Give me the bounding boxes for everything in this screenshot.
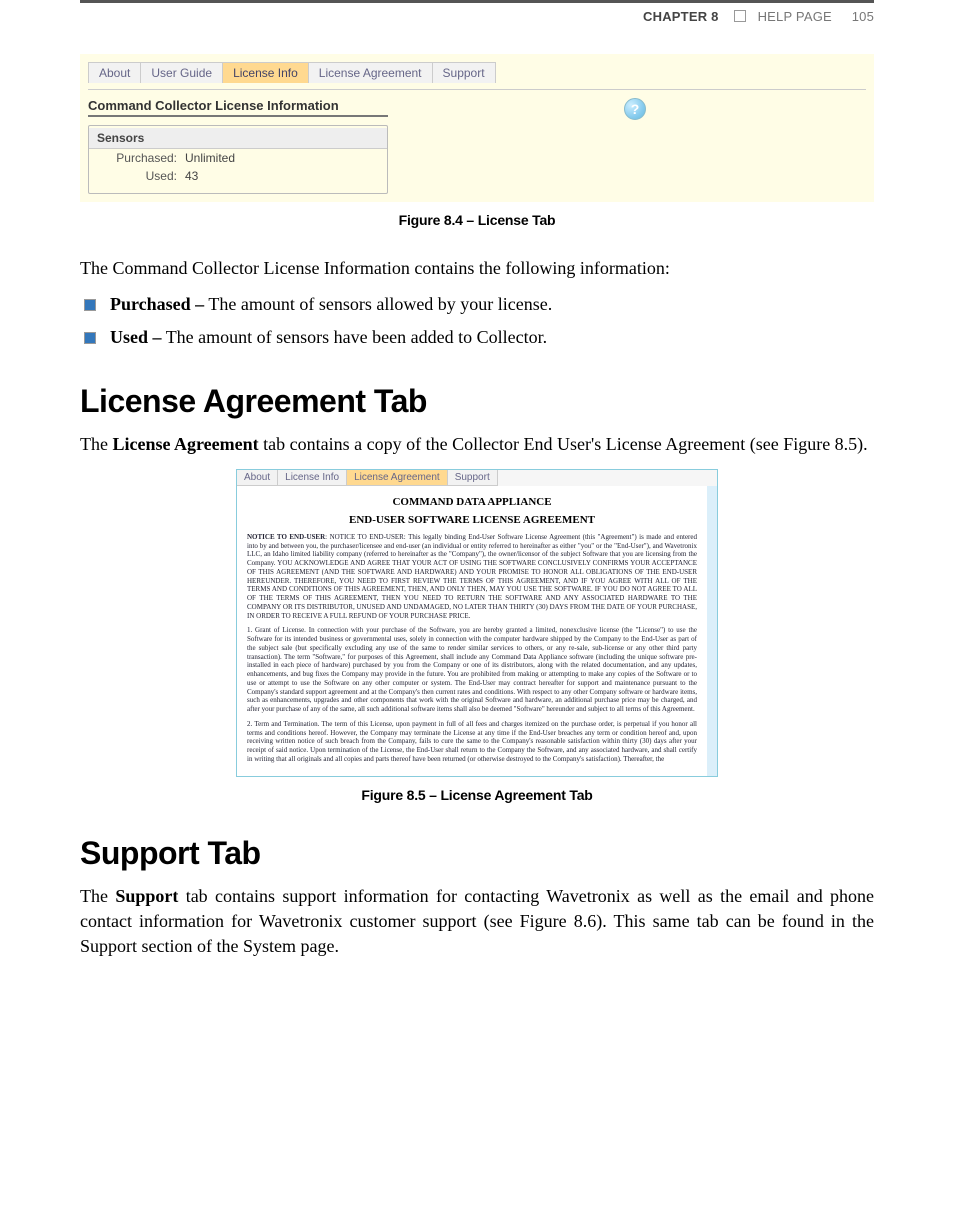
bullet-used: Used – The amount of sensors have been a… [80,324,874,351]
intro-paragraph: The Command Collector License Informatio… [80,256,874,281]
eula-p1: NOTICE TO END-USER: This legally binding… [247,533,697,620]
row-purchased: Purchased: Unlimited [89,149,387,167]
eula-p3: 2. Term and Termination. The term of thi… [247,720,697,764]
eula-title-1: COMMAND DATA APPLIANCE [247,496,697,509]
section-title: Command Collector License Information [88,98,866,113]
page-number: 105 [852,9,874,24]
bullet-list: Purchased – The amount of sensors allowe… [80,291,874,351]
panel-title: Sensors [89,128,387,149]
chapter-label: CHAPTER 8 [643,9,718,24]
tab-about[interactable]: About [88,62,140,83]
heading-license-agreement: License Agreement Tab [80,383,874,420]
eula-title-2: END-USER SOFTWARE LICENSE AGREEMENT [247,514,697,527]
tab2-support[interactable]: Support [448,470,498,486]
checkbox-icon [734,10,746,22]
license-strong: License Agreement [112,434,258,454]
bullet-purchased-text: The amount of sensors allowed by your li… [204,294,552,314]
tab-user-guide[interactable]: User Guide [140,62,222,83]
bullet-used-text: The amount of sensors have been added to… [162,327,548,347]
support-paragraph: The Support tab contains support informa… [80,884,874,960]
tab-support[interactable]: Support [432,62,496,83]
tab-license-agreement[interactable]: License Agreement [308,62,432,83]
figure-8-5: About License Info License Agreement Sup… [80,469,874,776]
tab-bar-2: About License Info License Agreement Sup… [237,470,717,486]
sensors-panel: Sensors Purchased: Unlimited Used: 43 [88,125,388,194]
support-strong: Support [115,886,178,906]
tab2-license-info[interactable]: License Info [278,470,347,486]
eula-p2: 1. Grant of License. In connection with … [247,626,697,714]
divider [88,115,388,117]
heading-support: Support Tab [80,835,874,872]
bullet-purchased-term: Purchased – [110,294,204,314]
tab2-license-agreement[interactable]: License Agreement [347,470,448,486]
figure-8-5-caption: Figure 8.5 – License Agreement Tab [80,787,874,803]
license-paragraph: The License Agreement tab contains a cop… [80,432,874,457]
used-value: 43 [185,169,198,183]
bullet-purchased: Purchased – The amount of sensors allowe… [80,291,874,318]
bullet-used-term: Used – [110,327,162,347]
purchased-label: Purchased: [97,151,177,165]
page-label: HELP PAGE [758,9,832,24]
page-header: CHAPTER 8 HELP PAGE 105 [80,3,874,54]
figure-8-4: About User Guide License Info License Ag… [80,54,874,202]
tab2-about[interactable]: About [237,470,278,486]
eula-document[interactable]: COMMAND DATA APPLIANCE END-USER SOFTWARE… [237,486,717,775]
figure-8-4-caption: Figure 8.4 – License Tab [80,212,874,228]
row-used: Used: 43 [89,167,387,185]
tab-bar: About User Guide License Info License Ag… [88,62,866,83]
used-label: Used: [97,169,177,183]
help-icon[interactable]: ? [624,98,646,120]
tab-license-info[interactable]: License Info [222,62,308,83]
purchased-value: Unlimited [185,151,235,165]
